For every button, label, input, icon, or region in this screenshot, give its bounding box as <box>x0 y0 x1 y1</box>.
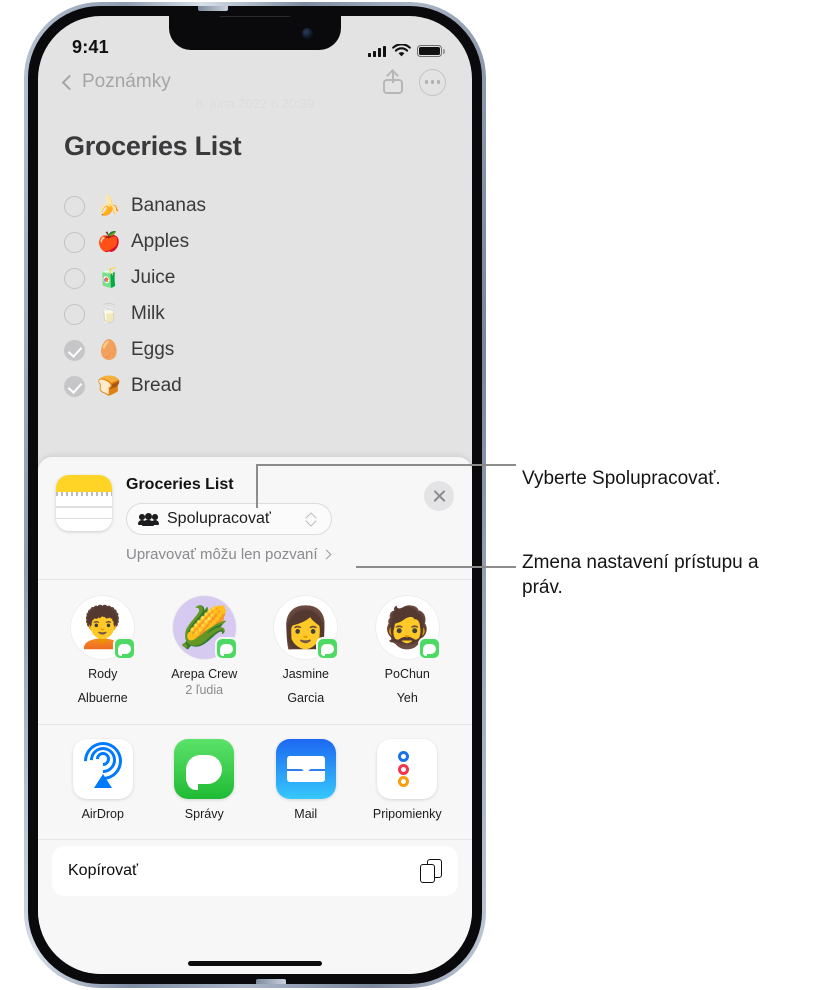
note-content: Poznámky 8. júna 2022 o 20:39 Groceries … <box>38 62 472 404</box>
item-label: Bananas <box>131 195 207 216</box>
people-icon <box>138 512 159 526</box>
note-title: Groceries List <box>64 131 242 161</box>
screenshot-root: 9:41 Poznámky 8. júna 2022 o 20:39 Groce… <box>0 0 830 990</box>
item-emoji: 🥛 <box>97 304 121 325</box>
checklist-item[interactable]: 🧃 Juice <box>64 260 446 296</box>
contact-suggestions: 🧑‍🦱 Rody Albuerne 🌽 Arepa Crew <box>38 580 472 716</box>
share-target-label: Mail <box>294 807 318 822</box>
permission-label: Upravovať môžu len pozvaní <box>126 546 318 563</box>
close-icon[interactable] <box>424 481 454 511</box>
callout-leader-vertical <box>256 464 258 508</box>
callout-collaborate: Vyberte Spolupracovať. <box>522 468 721 489</box>
checkbox-checked[interactable] <box>64 375 85 397</box>
contact-item[interactable]: 👩 Jasmine Garcia <box>255 596 357 706</box>
airdrop-icon <box>72 739 133 800</box>
chevron-right-icon <box>321 549 332 560</box>
checkbox[interactable] <box>64 267 85 289</box>
share-target-messages[interactable]: Správy <box>154 739 256 821</box>
share-target-reminders[interactable]: Pripomienky <box>357 739 459 821</box>
messages-badge-icon <box>214 637 238 660</box>
share-targets: AirDrop Správy Mail Pripomienky <box>38 725 472 831</box>
contact-subtitle: 2 ľudia <box>185 682 224 697</box>
item-label: Bread <box>131 375 182 396</box>
copy-action-row[interactable]: Kopírovať <box>52 846 458 897</box>
copy-icon <box>420 859 442 884</box>
share-target-label: Správy <box>184 807 224 822</box>
item-label: Apples <box>131 231 190 252</box>
contact-name-line1: Rody <box>88 667 118 681</box>
wifi-icon <box>392 44 411 57</box>
phone-screen: 9:41 Poznámky 8. júna 2022 o 20:39 Groce… <box>38 16 472 974</box>
contact-name-line1: PoChun <box>384 667 430 681</box>
navbar-actions <box>383 68 446 96</box>
note-date: 8. júna 2022 o 20:39 <box>195 96 315 111</box>
mail-icon <box>275 739 336 800</box>
contact-item[interactable]: 🌽 Arepa Crew 2 ľudia <box>154 596 256 706</box>
checkbox[interactable] <box>64 303 85 325</box>
share-target-label: AirDrop <box>81 807 124 822</box>
phone-body: 9:41 Poznámky 8. júna 2022 o 20:39 Groce… <box>28 6 482 984</box>
collaborate-dropdown[interactable]: Spolupracovať <box>126 503 332 535</box>
contact-name-line2: Garcia <box>287 690 325 705</box>
contact-item[interactable]: 🧑‍🦱 Rody Albuerne <box>52 596 154 706</box>
callout-leader-1 <box>256 464 516 466</box>
share-target-mail[interactable]: Mail <box>255 739 357 821</box>
contact-name-line2: Albuerne <box>77 690 128 705</box>
item-label: Eggs <box>131 339 175 360</box>
battery-full-icon <box>417 44 445 58</box>
checkbox[interactable] <box>64 231 85 253</box>
cellular-bars-icon <box>367 45 386 57</box>
messages-icon <box>174 739 235 800</box>
checklist-item[interactable]: 🥚 Eggs <box>64 332 446 368</box>
item-emoji: 🍎 <box>97 232 121 253</box>
frame-seam-top <box>198 6 228 11</box>
checklist-item[interactable]: 🍞 Bread <box>64 368 446 404</box>
home-indicator[interactable] <box>188 961 322 966</box>
more-options-icon[interactable] <box>419 68 446 96</box>
status-indicators <box>367 44 445 58</box>
checklist: 🍌 Bananas 🍎 Apples 🧃 Juice 🥛 Milk 🥚 Eggs… <box>64 188 446 404</box>
phone-frame: 9:41 Poznámky 8. júna 2022 o 20:39 Groce… <box>24 2 486 988</box>
frame-seam-bottom <box>256 979 286 984</box>
checklist-item[interactable]: 🥛 Milk <box>64 296 446 332</box>
messages-badge-icon <box>417 637 441 660</box>
contact-name-line2: Yeh <box>396 690 418 705</box>
checkbox-checked[interactable] <box>64 339 85 361</box>
messages-badge-icon <box>316 637 340 660</box>
item-emoji: 🍌 <box>97 196 121 217</box>
messages-badge-icon <box>113 637 137 660</box>
callout-leader-2 <box>356 566 516 568</box>
share-sheet-header: Groceries List Spolupracovať Upravovať m… <box>38 457 472 571</box>
share-target-airdrop[interactable]: AirDrop <box>52 739 154 821</box>
share-sheet: Groceries List Spolupracovať Upravovať m… <box>38 457 472 974</box>
share-sheet-info: Groceries List Spolupracovať Upravovať m… <box>112 475 456 563</box>
action-list: Kopírovať <box>38 840 472 897</box>
checklist-item[interactable]: 🍌 Bananas <box>64 188 446 224</box>
permission-settings-link[interactable]: Upravovať môžu len pozvaní <box>126 546 456 563</box>
checklist-item[interactable]: 🍎 Apples <box>64 224 446 260</box>
item-label: Milk <box>131 303 165 324</box>
share-icon[interactable] <box>383 69 403 94</box>
item-emoji: 🥚 <box>97 340 121 361</box>
reminders-icon <box>377 739 438 800</box>
action-label: Kopírovať <box>68 862 139 880</box>
back-label: Poznámky <box>82 71 171 92</box>
back-to-notes-button[interactable]: Poznámky <box>61 71 171 93</box>
status-clock: 9:41 <box>72 37 109 57</box>
contact-name-line1: Arepa Crew <box>171 667 238 681</box>
up-down-chevron-icon <box>305 511 318 527</box>
callout-permissions: Zmena nastavení prístupu a práv. <box>522 552 759 598</box>
notes-app-icon <box>56 475 112 531</box>
contact-item[interactable]: 🧔 PoChun Yeh <box>357 596 459 706</box>
share-target-label: Pripomienky <box>372 807 442 822</box>
item-emoji: 🍞 <box>97 376 121 397</box>
collaborate-label: Spolupracovať <box>167 510 271 527</box>
checkbox[interactable] <box>64 195 85 217</box>
share-sheet-title: Groceries List <box>126 476 234 493</box>
contact-name-line1: Jasmine <box>282 667 330 681</box>
chevron-left-icon <box>61 74 78 90</box>
item-label: Juice <box>131 267 176 288</box>
item-emoji: 🧃 <box>97 268 121 289</box>
status-bar: 9:41 <box>38 16 472 62</box>
